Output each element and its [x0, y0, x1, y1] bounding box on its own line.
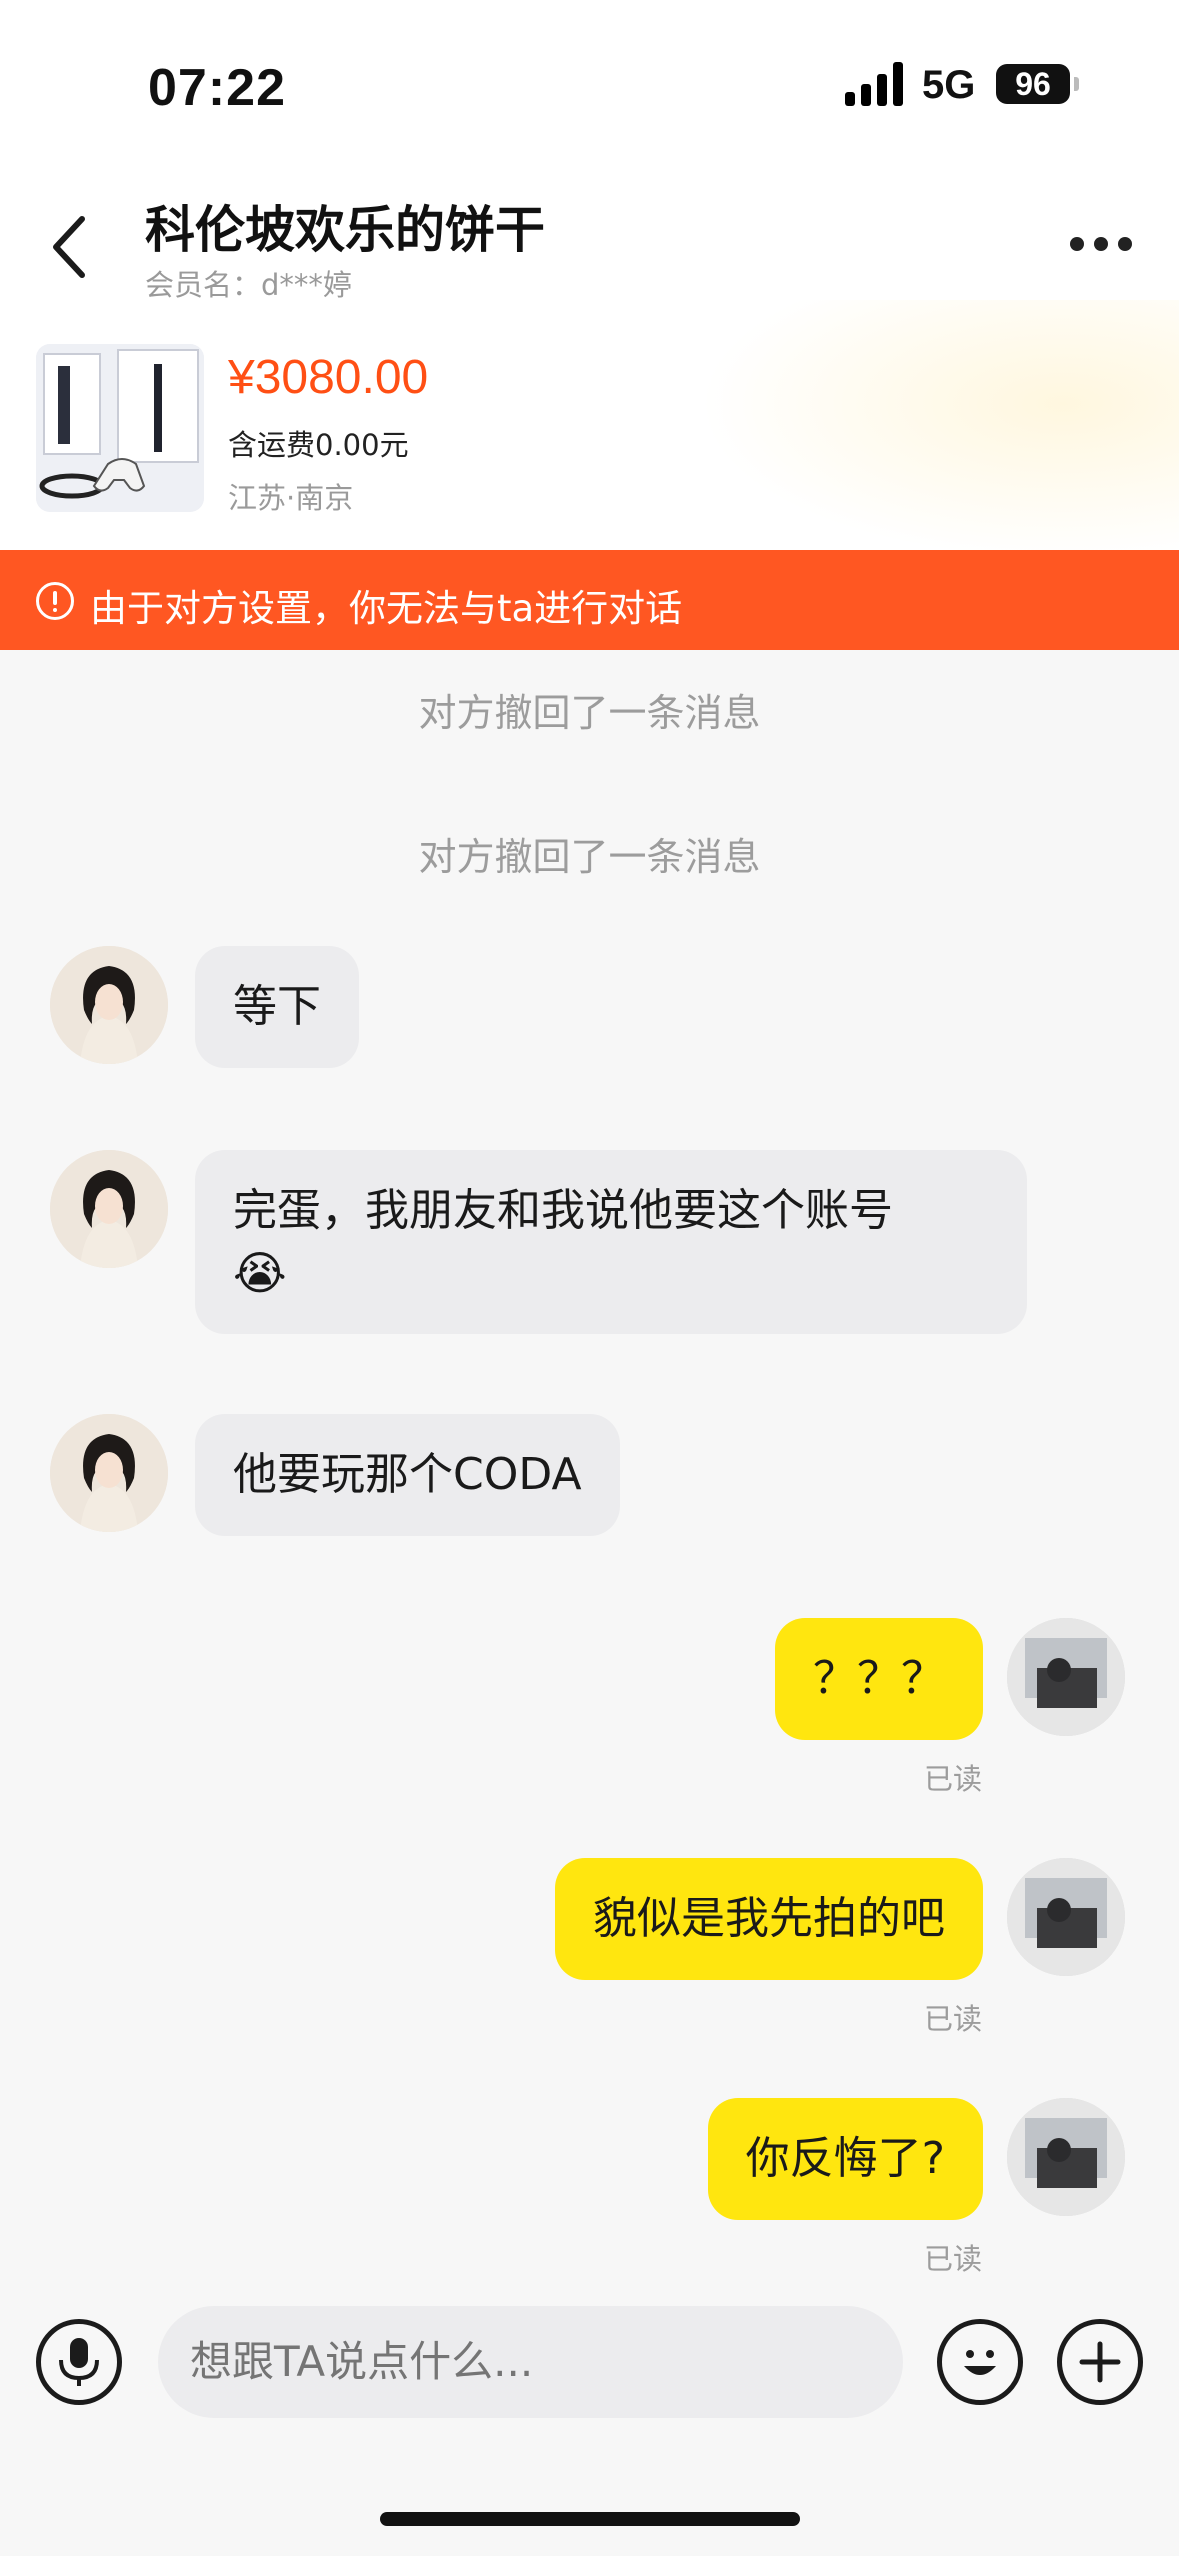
- person-avatar-image: [50, 1150, 168, 1268]
- message-text: 等下: [233, 981, 321, 1032]
- person-avatar-image: [50, 1414, 168, 1532]
- person-avatar-image: [1007, 2098, 1125, 2216]
- home-indicator[interactable]: [380, 2512, 800, 2526]
- crying-emoji: 😭: [233, 1246, 287, 1300]
- warning-text: 由于对方设置，你无法与ta进行对话: [90, 587, 683, 630]
- message-bubble-right[interactable]: 你反悔了?: [707, 2098, 983, 2220]
- member-name: 会员名：d***婷: [145, 268, 352, 302]
- add-button[interactable]: [1057, 2319, 1143, 2405]
- message-text: 貌似是我先拍的吧: [593, 1893, 945, 1944]
- warning-banner: 由于对方设置，你无法与ta进行对话: [0, 550, 1179, 650]
- message-bubble-right[interactable]: 貌似是我先拍的吧: [555, 1858, 983, 1980]
- read-status: 已读: [924, 2002, 983, 2036]
- chat-title: 科伦坡欢乐的饼干: [145, 201, 545, 259]
- person-avatar-image: [1007, 1858, 1125, 1976]
- shipping-info: 含运费0.00元: [228, 428, 409, 462]
- seller-avatar[interactable]: [50, 946, 168, 1064]
- message-text: ？？？: [813, 1653, 945, 1704]
- emoji-button[interactable]: [937, 2319, 1023, 2405]
- plus-icon: [1079, 2341, 1121, 2383]
- battery-icon: 96: [996, 64, 1070, 104]
- my-avatar[interactable]: [1007, 2098, 1125, 2216]
- person-avatar-image: [1007, 1618, 1125, 1736]
- message-input[interactable]: [158, 2306, 903, 2418]
- my-avatar[interactable]: [1007, 1858, 1125, 1976]
- recall-notice: 对方撤回了一条消息: [418, 691, 761, 735]
- voice-button[interactable]: [36, 2319, 122, 2405]
- my-avatar[interactable]: [1007, 1618, 1125, 1736]
- smile-icon: [964, 2350, 996, 2375]
- message-text: 完蛋，我朋友和我说他要这个账号: [233, 1185, 893, 1236]
- microphone-icon: [59, 2338, 99, 2386]
- person-avatar-image: [50, 946, 168, 1064]
- more-button[interactable]: [1060, 225, 1140, 265]
- message-text: 他要玩那个CODA: [233, 1449, 582, 1500]
- product-location: 江苏·南京: [228, 481, 354, 515]
- seller-avatar[interactable]: [50, 1414, 168, 1532]
- background-glow: [699, 300, 1179, 560]
- product-price: ¥3080.00: [228, 351, 429, 404]
- battery-cap: [1074, 77, 1079, 91]
- seller-avatar[interactable]: [50, 1150, 168, 1268]
- message-bubble-left[interactable]: 等下: [195, 946, 359, 1068]
- message-bubble-right[interactable]: ？？？: [775, 1618, 983, 1740]
- product-image[interactable]: [36, 344, 204, 512]
- message-bubble-left[interactable]: 他要玩那个CODA: [195, 1414, 620, 1536]
- console-image: [36, 344, 204, 512]
- alert-circle-icon: [36, 582, 74, 620]
- read-status: 已读: [924, 2242, 983, 2276]
- message-bubble-left[interactable]: 完蛋，我朋友和我说他要这个账号 😭: [195, 1150, 1027, 1334]
- back-button[interactable]: [40, 205, 100, 285]
- network-type: 5G: [922, 63, 976, 107]
- recall-notice: 对方撤回了一条消息: [418, 835, 761, 879]
- chevron-left-icon: [53, 216, 85, 278]
- signal-icon: [845, 62, 905, 106]
- read-status: 已读: [924, 1762, 983, 1796]
- message-text: 你反悔了?: [745, 2133, 945, 2184]
- status-time: 07:22: [148, 59, 286, 117]
